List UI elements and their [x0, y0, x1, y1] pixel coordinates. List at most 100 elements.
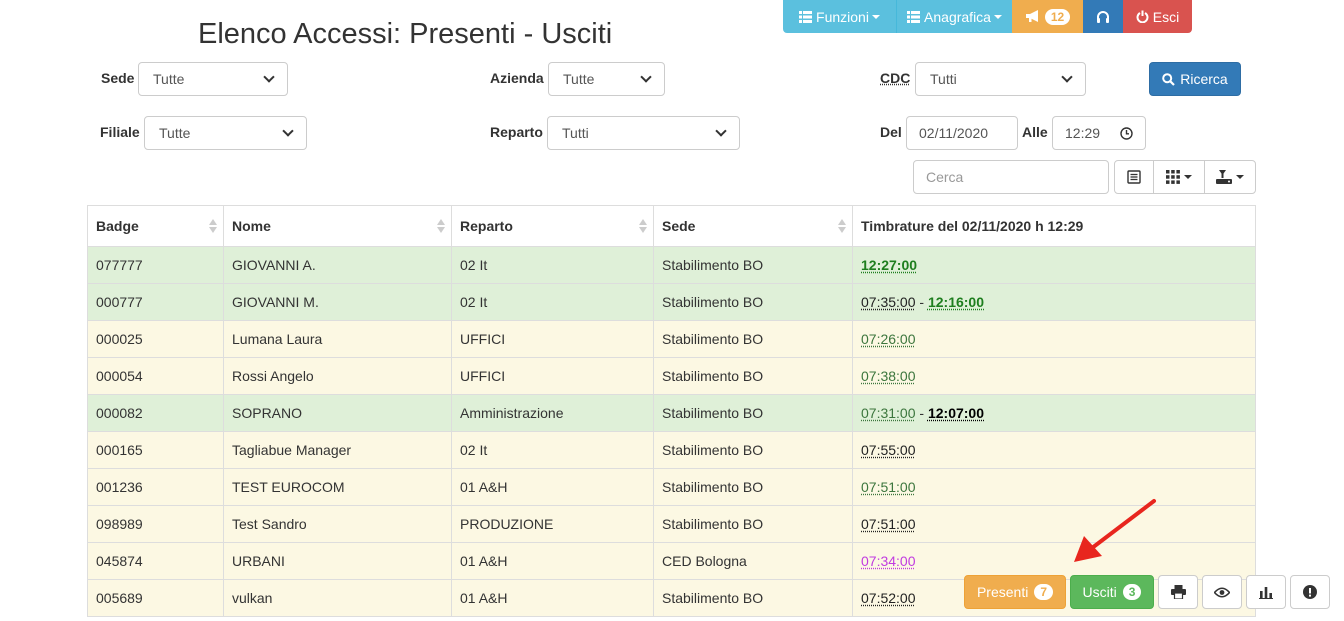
cell-reparto: UFFICI	[451, 357, 654, 395]
cell-reparto: 02 It	[451, 431, 654, 469]
search-input-placeholder: Cerca	[926, 169, 964, 185]
cell-timbrature: 07:51:00	[852, 468, 1256, 506]
timbratura-entry[interactable]: 07:51:00	[861, 516, 916, 532]
logout-button[interactable]: Esci	[1123, 0, 1192, 33]
info-button[interactable]	[1290, 575, 1330, 609]
list-alt-icon	[1127, 170, 1141, 184]
chevron-down-icon	[715, 125, 727, 137]
cell-badge: 000777	[87, 283, 224, 321]
cell-nome: Rossi Angelo	[223, 357, 452, 395]
filiale-select[interactable]: Tutte	[144, 116, 307, 150]
export-dropdown-button[interactable]	[1204, 160, 1256, 194]
search-input[interactable]: Cerca	[913, 160, 1109, 194]
notifications-button[interactable]: 12	[1012, 0, 1083, 33]
annotation-arrow	[1074, 499, 1156, 562]
cdc-select[interactable]: Tutti	[915, 62, 1086, 96]
cell-nome: URBANI	[223, 542, 452, 580]
ricerca-button[interactable]: Ricerca	[1149, 62, 1241, 96]
table-row[interactable]: 000165 Tagliabue Manager 02 It Stabilime…	[87, 431, 1256, 469]
del-label: Del	[880, 124, 902, 140]
presenti-button[interactable]: Presenti 7	[964, 575, 1066, 609]
logout-label: Esci	[1152, 8, 1180, 25]
column-header-badge[interactable]: Badge	[87, 205, 224, 247]
reparto-select[interactable]: Tutti	[547, 116, 740, 150]
column-header-reparto[interactable]: Reparto	[451, 205, 654, 247]
funzioni-label: Funzioni	[816, 8, 869, 25]
reparto-label: Reparto	[490, 124, 543, 140]
sort-icon	[838, 219, 846, 233]
cell-nome: GIOVANNI A.	[223, 246, 452, 284]
time-input[interactable]: 12:29	[1052, 116, 1146, 150]
presenti-label: Presenti	[976, 584, 1029, 600]
timbratura-entry[interactable]: 07:34:00	[861, 553, 916, 569]
funzioni-menu-button[interactable]: Funzioni	[783, 0, 896, 33]
clock-icon[interactable]	[1120, 126, 1133, 140]
azienda-label: Azienda	[490, 70, 544, 86]
cell-sede: Stabilimento BO	[653, 431, 853, 469]
cell-sede: Stabilimento BO	[653, 320, 853, 358]
cell-reparto: 01 A&H	[451, 579, 654, 617]
cell-reparto: 02 It	[451, 283, 654, 321]
timbratura-entry[interactable]: 07:26:00	[861, 331, 916, 347]
timbratura-entry[interactable]: 07:35:00	[861, 294, 916, 310]
column-header-label: Timbrature del 02/11/2020 h 12:29	[861, 218, 1084, 234]
cell-nome: Test Sandro	[223, 505, 452, 543]
timbratura-entry[interactable]: 07:31:00	[861, 405, 916, 421]
chevron-down-icon	[1061, 71, 1073, 83]
sede-select[interactable]: Tutte	[138, 62, 288, 96]
azienda-select[interactable]: Tutte	[548, 62, 665, 96]
cell-sede: Stabilimento BO	[653, 394, 853, 432]
cell-badge: 045874	[87, 542, 224, 580]
cell-sede: Stabilimento BO	[653, 357, 853, 395]
presenti-count-badge: 7	[1034, 584, 1054, 600]
cell-sede: Stabilimento BO	[653, 468, 853, 506]
timbratura-entry[interactable]: 07:55:00	[861, 442, 916, 458]
table-row[interactable]: 077777 GIOVANNI A. 02 It Stabilimento BO…	[87, 246, 1256, 284]
support-button[interactable]	[1083, 0, 1123, 33]
cell-timbrature: 07:26:00	[852, 320, 1256, 358]
chevron-down-icon	[640, 71, 652, 83]
toggle-view-button[interactable]	[1114, 160, 1154, 194]
view-button[interactable]	[1202, 575, 1242, 609]
table-row[interactable]: 000025 Lumana Laura UFFICI Stabilimento …	[87, 320, 1256, 358]
timbratura-exit[interactable]: 12:16:00	[928, 294, 984, 310]
timbratura-exit[interactable]: 12:07:00	[928, 405, 984, 421]
anagrafica-menu-button[interactable]: Anagrafica	[896, 0, 1012, 33]
date-input-value: 02/11/2020	[919, 125, 989, 141]
date-input[interactable]: 02/11/2020	[906, 116, 1018, 150]
cdc-label: CDC	[880, 70, 911, 86]
stats-button[interactable]	[1246, 575, 1286, 609]
columns-dropdown-button[interactable]	[1153, 160, 1205, 194]
cell-badge: 000025	[87, 320, 224, 358]
cell-nome: Lumana Laura	[223, 320, 452, 358]
table-row[interactable]: 000777 GIOVANNI M. 02 It Stabilimento BO…	[87, 283, 1256, 321]
print-icon	[1170, 585, 1186, 599]
cell-sede: Stabilimento BO	[653, 505, 853, 543]
cell-badge: 001236	[87, 468, 224, 506]
column-header-nome[interactable]: Nome	[223, 205, 452, 247]
timbratura-entry[interactable]: 07:38:00	[861, 368, 916, 384]
cell-timbrature: 12:27:00	[852, 246, 1256, 284]
column-header-label: Badge	[96, 218, 139, 234]
cell-badge: 000082	[87, 394, 224, 432]
cell-timbrature: 07:38:00	[852, 357, 1256, 395]
time-input-value: 12:29	[1065, 125, 1101, 141]
column-header-sede[interactable]: Sede	[653, 205, 853, 247]
bullhorn-icon	[1025, 10, 1041, 23]
sede-label: Sede	[101, 70, 135, 86]
notifications-count-badge: 12	[1044, 8, 1071, 25]
table-row[interactable]: 000082 SOPRANO Amministrazione Stabilime…	[87, 394, 1256, 432]
table-row[interactable]: 000054 Rossi Angelo UFFICI Stabilimento …	[87, 357, 1256, 395]
timbratura-entry[interactable]: 07:52:00	[861, 590, 916, 606]
print-button[interactable]	[1158, 575, 1198, 609]
usciti-button[interactable]: Usciti 3	[1070, 575, 1154, 609]
timbratura-entry[interactable]: 12:27:00	[861, 257, 917, 273]
cell-timbrature: 07:31:00 - 12:07:00	[852, 394, 1256, 432]
bar-chart-icon	[1259, 585, 1273, 599]
usciti-label: Usciti	[1082, 584, 1117, 600]
cell-sede: CED Bologna	[653, 542, 853, 580]
caret-down-icon	[1184, 175, 1192, 179]
timbratura-entry[interactable]: 07:51:00	[861, 479, 916, 495]
cell-badge: 098989	[87, 505, 224, 543]
cell-reparto: PRODUZIONE	[451, 505, 654, 543]
